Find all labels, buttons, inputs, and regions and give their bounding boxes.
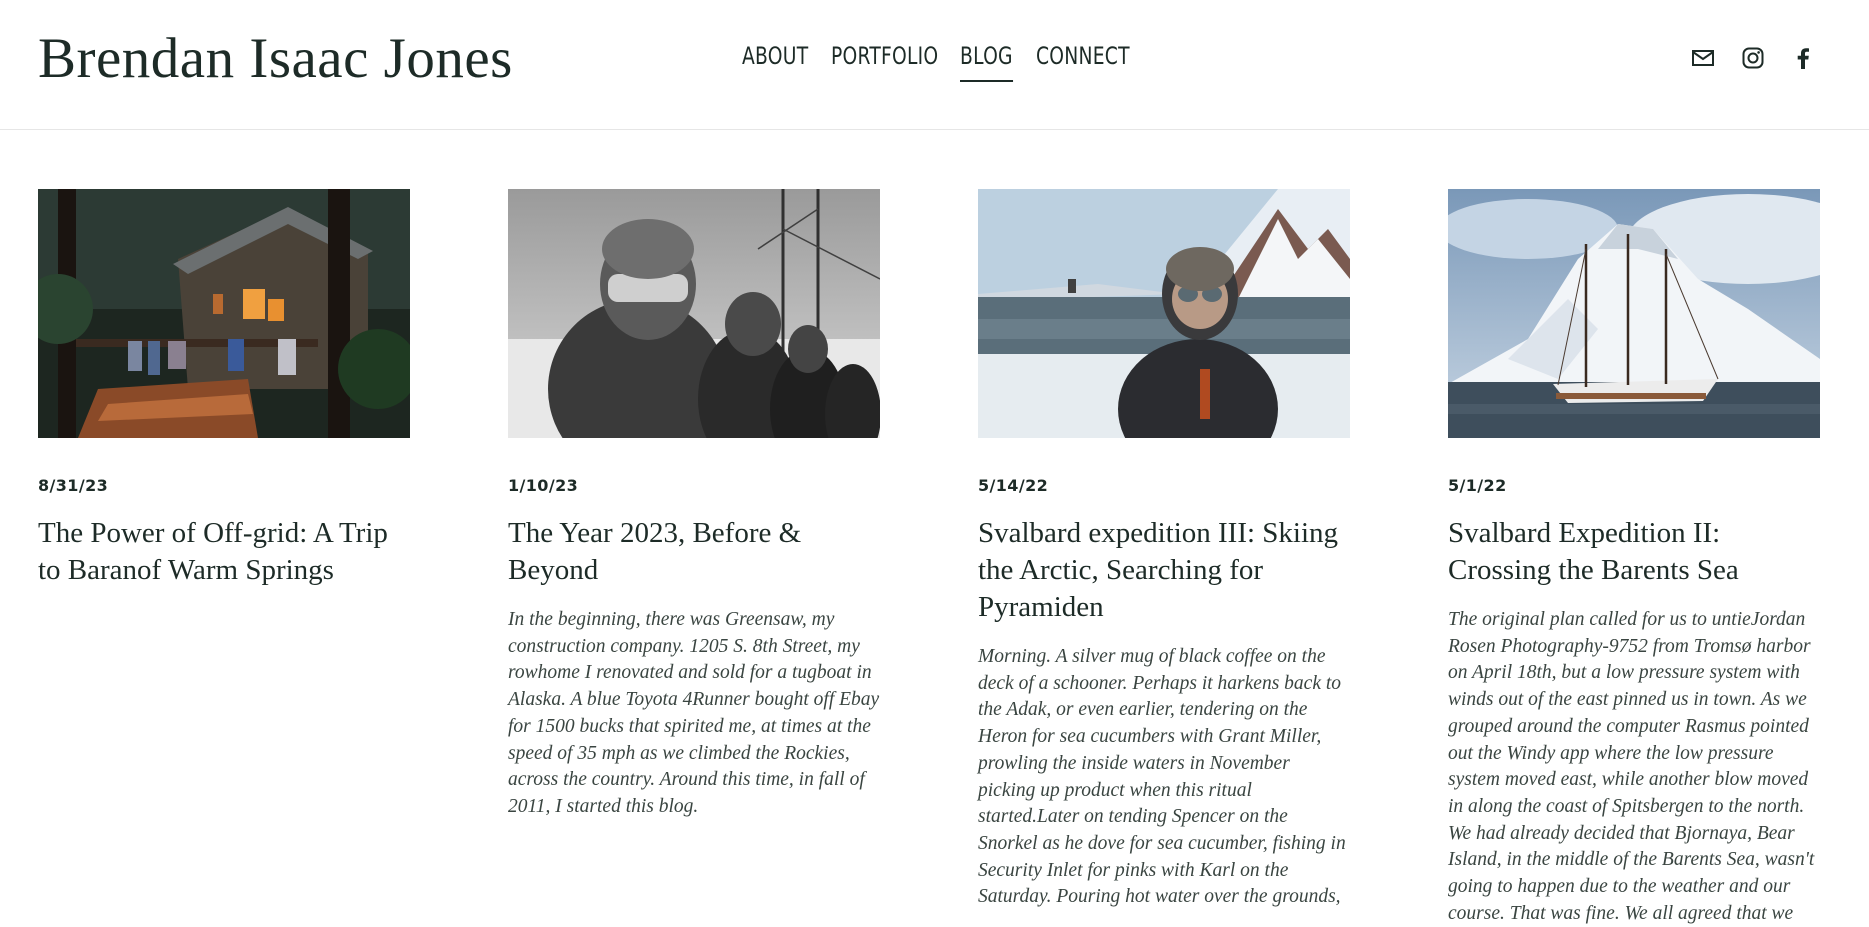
blog-post-card: 5/14/22 Svalbard expedition III: Skiing …: [978, 189, 1350, 927]
blog-post-card: 1/10/23 The Year 2023, Before & Beyond I…: [508, 189, 880, 927]
mail-icon[interactable]: [1691, 46, 1715, 70]
post-excerpt: The original plan called for us to untie…: [1448, 609, 1815, 924]
post-date: 5/1/22: [1448, 476, 1507, 495]
post-title[interactable]: Svalbard Expedition II: Crossing the Bar…: [1448, 515, 1820, 589]
post-thumbnail[interactable]: [508, 189, 880, 438]
post-title[interactable]: The Power of Off-grid: A Trip to Baranof…: [38, 515, 410, 589]
blog-grid: 8/31/23 The Power of Off-grid: A Trip to…: [38, 189, 1821, 927]
site-title[interactable]: Brendan Isaac Jones: [38, 26, 513, 91]
nav-connect[interactable]: CONNECT: [1036, 42, 1130, 80]
instagram-icon[interactable]: [1741, 46, 1765, 70]
post-title[interactable]: The Year 2023, Before & Beyond: [508, 515, 880, 589]
nav-blog[interactable]: BLOG: [960, 42, 1013, 82]
post-date: 1/10/23: [508, 476, 579, 495]
nav-portfolio[interactable]: PORTFOLIO: [831, 42, 938, 80]
blog-post-card: 5/1/22 Svalbard Expedition II: Crossing …: [1448, 189, 1820, 927]
post-excerpt: In the beginning, there was Greensaw, my…: [508, 609, 880, 817]
post-date: 5/14/22: [978, 476, 1049, 495]
social-links: [1691, 46, 1815, 70]
nav-about[interactable]: ABOUT: [742, 42, 808, 80]
main-nav: ABOUT PORTFOLIO BLOG CONNECT: [742, 42, 1130, 82]
post-thumbnail[interactable]: [978, 189, 1350, 438]
post-thumbnail[interactable]: [1448, 189, 1820, 438]
post-title[interactable]: Svalbard expedition III: Skiing the Arct…: [978, 515, 1350, 626]
post-date: 8/31/23: [38, 476, 109, 495]
site-header: Brendan Isaac Jones ABOUT PORTFOLIO BLOG…: [0, 0, 1869, 130]
facebook-icon[interactable]: [1791, 46, 1815, 70]
post-excerpt: Morning. A silver mug of black coffee on…: [978, 646, 1346, 908]
blog-post-card: 8/31/23 The Power of Off-grid: A Trip to…: [38, 189, 410, 927]
post-thumbnail[interactable]: [38, 189, 410, 438]
